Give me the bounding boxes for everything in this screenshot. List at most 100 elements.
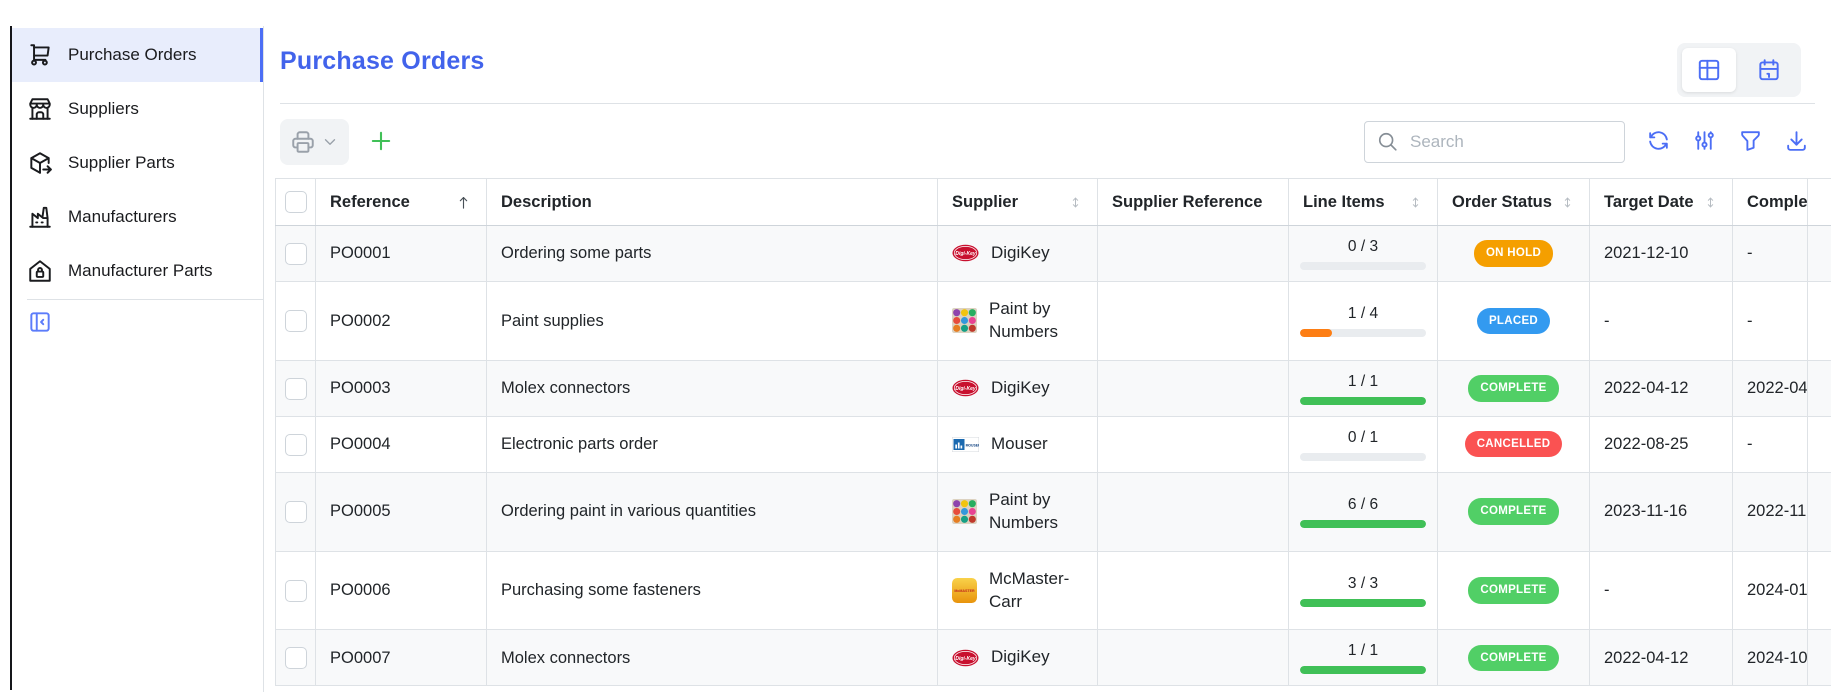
table-header-row: ReferenceDescriptionSupplierSupplier Ref… — [276, 179, 1831, 226]
sidebar-item-label: Supplier Parts — [68, 153, 175, 173]
overflow-cell — [1808, 281, 1831, 360]
supplier-cell: Digi-KeyDigiKey — [938, 360, 1098, 416]
calendar-view-icon — [1756, 57, 1782, 83]
line-items-progress-fill — [1300, 397, 1426, 405]
supplier-reference-cell — [1098, 416, 1289, 472]
supplier-name: Paint by Numbers — [989, 298, 1083, 344]
supplier-cell: MOUSERMouser — [938, 416, 1098, 472]
reference-cell: PO0002 — [316, 281, 487, 360]
search-box — [1364, 121, 1625, 163]
line-items-value: 0 / 3 — [1348, 237, 1378, 258]
order-status-badge: COMPLETE — [1468, 577, 1558, 604]
description-cell: Molex connectors — [487, 360, 938, 416]
row-checkbox[interactable] — [285, 647, 307, 669]
column-header-target-date[interactable]: Target Date — [1590, 179, 1733, 226]
row-checkbox[interactable] — [285, 243, 307, 265]
supplier-reference-cell — [1098, 226, 1289, 282]
row-checkbox[interactable] — [285, 501, 307, 523]
line-items-value: 1 / 1 — [1348, 641, 1378, 662]
sort-updown-icon — [1408, 195, 1423, 210]
supplier-reference-cell — [1098, 472, 1289, 551]
completion-date-cell: 2024-01 — [1733, 551, 1808, 630]
line-items-progress-fill — [1300, 520, 1426, 528]
order-status-badge: PLACED — [1477, 308, 1550, 335]
download-button[interactable] — [1784, 128, 1809, 156]
line-items-cell: 1 / 4 — [1289, 281, 1438, 360]
factory-icon — [27, 204, 53, 230]
completion-date-cell: 2024-10 — [1733, 630, 1808, 686]
filter-icon — [1738, 128, 1763, 153]
sidebar-item-manufacturer-parts[interactable]: Manufacturer Parts — [12, 244, 263, 298]
table-row-PO0006[interactable]: PO0006Purchasing some fastenersMcMASTERM… — [276, 551, 1831, 630]
supplier-cell: Paint by Numbers — [938, 281, 1098, 360]
sidebar-item-suppliers[interactable]: Suppliers — [12, 82, 263, 136]
chevron-down-icon — [321, 133, 339, 151]
calendar-view-button[interactable] — [1742, 48, 1796, 92]
column-header-supplier-reference[interactable]: Supplier Reference — [1098, 179, 1289, 226]
paint-by-numbers-logo — [952, 308, 977, 333]
description-cell: Ordering paint in various quantities — [487, 472, 938, 551]
table-settings-button[interactable] — [1692, 128, 1717, 156]
sidebar-item-purchase-orders[interactable]: Purchase Orders — [12, 28, 263, 82]
svg-text:Digi-Key: Digi-Key — [955, 656, 976, 662]
sidebar-divider — [27, 299, 263, 300]
target-date-cell: 2022-04-12 — [1590, 360, 1733, 416]
table-row-PO0001[interactable]: PO0001Ordering some partsDigi-KeyDigiKey… — [276, 226, 1831, 282]
column-header-order-status[interactable]: Order Status — [1438, 179, 1590, 226]
order-status-cell: COMPLETE — [1438, 472, 1590, 551]
column-header-description[interactable]: Description — [487, 179, 938, 226]
order-status-badge: CANCELLED — [1465, 431, 1563, 458]
line-items-progress-fill — [1300, 329, 1332, 337]
line-items-value: 6 / 6 — [1348, 495, 1378, 516]
select-all-header[interactable] — [276, 179, 316, 226]
filter-button[interactable] — [1738, 128, 1763, 156]
supplier-reference-cell — [1098, 281, 1289, 360]
supplier-name: Mouser — [991, 433, 1048, 456]
sidebar-item-manufacturers[interactable]: Manufacturers — [12, 190, 263, 244]
select-all-checkbox[interactable] — [285, 191, 307, 213]
refresh-button[interactable] — [1646, 128, 1671, 156]
print-button[interactable] — [280, 119, 349, 165]
table-row-PO0003[interactable]: PO0003Molex connectorsDigi-KeyDigiKey1 /… — [276, 360, 1831, 416]
column-header-line-items[interactable]: Line Items — [1289, 179, 1438, 226]
row-checkbox[interactable] — [285, 580, 307, 602]
add-purchase-order-button[interactable] — [367, 127, 395, 158]
overflow-cell — [1808, 551, 1831, 630]
row-checkbox[interactable] — [285, 310, 307, 332]
completion-date-cell: - — [1733, 226, 1808, 282]
sort-asc-icon — [455, 194, 472, 211]
download-icon — [1784, 128, 1809, 153]
line-items-value: 0 / 1 — [1348, 428, 1378, 449]
order-status-cell: COMPLETE — [1438, 630, 1590, 686]
table-view-button[interactable] — [1682, 48, 1736, 92]
table-row-PO0007[interactable]: PO0007Molex connectorsDigi-KeyDigiKey1 /… — [276, 630, 1831, 686]
sidebar-collapse-icon — [27, 309, 53, 335]
sort-updown-icon — [1560, 195, 1575, 210]
line-items-cell: 0 / 1 — [1289, 416, 1438, 472]
column-header-completion-date[interactable]: Completion Date — [1733, 179, 1808, 226]
overflow-cell — [1808, 630, 1831, 686]
column-header-supplier[interactable]: Supplier — [938, 179, 1098, 226]
table-row-PO0004[interactable]: PO0004Electronic parts orderMOUSERMouser… — [276, 416, 1831, 472]
package-export-icon — [27, 150, 53, 176]
line-items-progress — [1300, 666, 1426, 674]
column-header-reference[interactable]: Reference — [316, 179, 487, 226]
search-input[interactable] — [1408, 131, 1612, 153]
line-items-value: 3 / 3 — [1348, 574, 1378, 595]
warehouse-lock-icon — [27, 258, 53, 284]
line-items-progress-fill — [1300, 599, 1426, 607]
table-row-PO0005[interactable]: PO0005Ordering paint in various quantiti… — [276, 472, 1831, 551]
supplier-cell: McMASTERMcMaster-Carr — [938, 551, 1098, 630]
row-checkbox[interactable] — [285, 378, 307, 400]
description-cell: Molex connectors — [487, 630, 938, 686]
completion-date-cell: 2022-04 — [1733, 360, 1808, 416]
paint-by-numbers-logo — [952, 499, 977, 524]
table-row-PO0002[interactable]: PO0002Paint suppliesPaint by Numbers1 / … — [276, 281, 1831, 360]
supplier-name: Paint by Numbers — [989, 489, 1083, 535]
sidebar-collapse-button[interactable] — [27, 309, 53, 335]
reference-cell: PO0005 — [316, 472, 487, 551]
line-items-cell: 1 / 1 — [1289, 360, 1438, 416]
line-items-value: 1 / 4 — [1348, 304, 1378, 325]
row-checkbox[interactable] — [285, 434, 307, 456]
sidebar-item-supplier-parts[interactable]: Supplier Parts — [12, 136, 263, 190]
